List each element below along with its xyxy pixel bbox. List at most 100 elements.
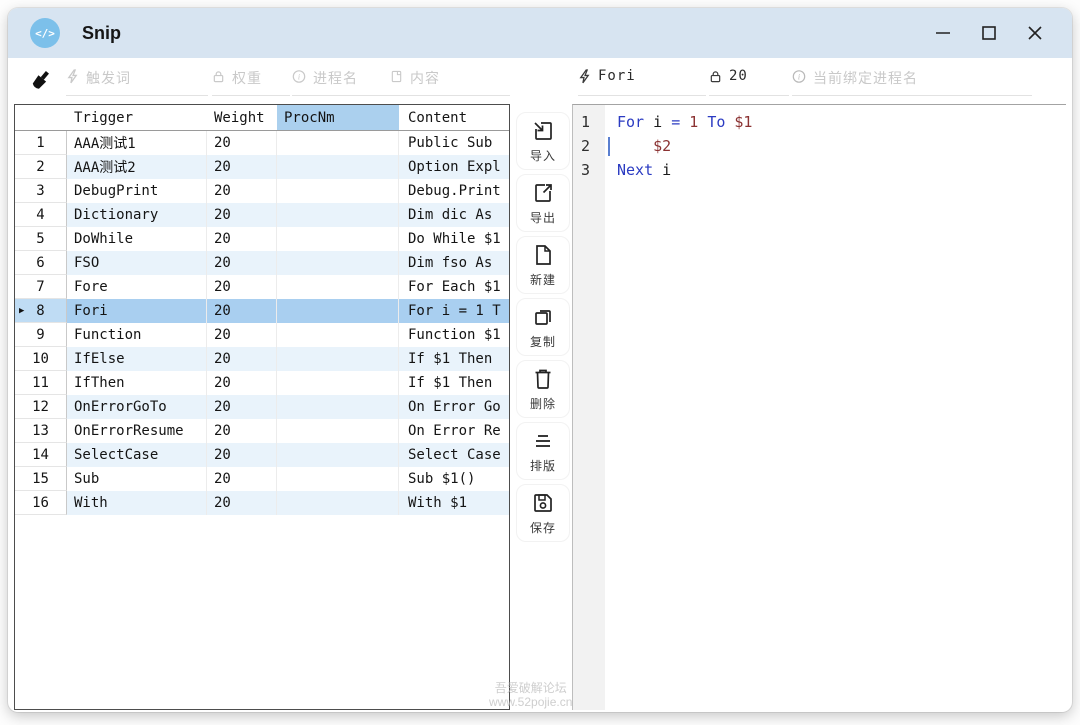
cell-weight[interactable]: 20 (207, 275, 277, 299)
cell-trigger[interactable]: DebugPrint (67, 179, 207, 203)
cell-weight[interactable]: 20 (207, 467, 277, 491)
cell-trigger[interactable]: OnErrorResume (67, 419, 207, 443)
cell-content[interactable]: Dim dic As (399, 203, 509, 227)
copy-button[interactable]: 复制 (516, 298, 570, 356)
editor-code-area[interactable]: For i = 1 To $1 $2Next i (605, 105, 1066, 710)
table-row[interactable]: 13OnErrorResume20On Error Re (15, 419, 509, 443)
format-button[interactable]: 排版 (516, 422, 570, 480)
title-bar[interactable]: </> Snip (8, 8, 1072, 58)
cell-content[interactable]: Public Sub (399, 131, 509, 155)
cell-trigger[interactable]: Fore (67, 275, 207, 299)
cell-procnm[interactable] (277, 227, 399, 251)
cell-content[interactable]: On Error Go (399, 395, 509, 419)
table-row[interactable]: 10IfElse20If $1 Then (15, 347, 509, 371)
clear-filters-button[interactable] (20, 62, 62, 98)
cell-weight[interactable]: 20 (207, 491, 277, 515)
editor-code-line[interactable]: $2 (605, 134, 1066, 158)
cell-procnm[interactable] (277, 419, 399, 443)
filter-process-input[interactable]: i 进程名 (292, 64, 390, 96)
cell-weight[interactable]: 20 (207, 443, 277, 467)
table-row[interactable]: 5DoWhile20Do While $1 (15, 227, 509, 251)
cell-trigger[interactable]: IfElse (67, 347, 207, 371)
import-button[interactable]: 导入 (516, 112, 570, 170)
header-content[interactable]: Content (399, 105, 509, 130)
close-button[interactable] (1012, 16, 1058, 50)
editor-code-line[interactable]: Next i (605, 158, 1066, 182)
cell-content[interactable]: With $1 (399, 491, 509, 515)
cell-trigger[interactable]: Sub (67, 467, 207, 491)
cell-procnm[interactable] (277, 371, 399, 395)
snippet-editor[interactable]: 123 For i = 1 To $1 $2Next i (572, 104, 1066, 710)
cell-trigger[interactable]: FSO (67, 251, 207, 275)
table-row[interactable]: 1AAA测试120Public Sub (15, 131, 509, 155)
snippet-weight-input[interactable]: 20 (709, 64, 789, 96)
cell-weight[interactable]: 20 (207, 347, 277, 371)
cell-weight[interactable]: 20 (207, 299, 277, 323)
editor-code-line[interactable]: For i = 1 To $1 (605, 110, 1066, 134)
cell-procnm[interactable] (277, 467, 399, 491)
cell-content[interactable]: If $1 Then (399, 347, 509, 371)
table-row[interactable]: 3DebugPrint20Debug.Print (15, 179, 509, 203)
table-row[interactable]: 15Sub20Sub $1() (15, 467, 509, 491)
cell-procnm[interactable] (277, 395, 399, 419)
cell-procnm[interactable] (277, 443, 399, 467)
cell-procnm[interactable] (277, 299, 399, 323)
cell-weight[interactable]: 20 (207, 371, 277, 395)
cell-trigger[interactable]: IfThen (67, 371, 207, 395)
cell-content[interactable]: For i = 1 T (399, 299, 509, 323)
cell-content[interactable]: Sub $1() (399, 467, 509, 491)
cell-content[interactable]: Dim fso As (399, 251, 509, 275)
cell-trigger[interactable]: Function (67, 323, 207, 347)
cell-procnm[interactable] (277, 347, 399, 371)
cell-weight[interactable]: 20 (207, 155, 277, 179)
cell-trigger[interactable]: With (67, 491, 207, 515)
filter-trigger-input[interactable]: 触发词 (66, 64, 208, 96)
table-row[interactable]: ▶8Fori20For i = 1 T (15, 299, 509, 323)
cell-weight[interactable]: 20 (207, 419, 277, 443)
cell-trigger[interactable]: DoWhile (67, 227, 207, 251)
snippet-trigger-input[interactable]: Fori (578, 64, 706, 96)
cell-weight[interactable]: 20 (207, 203, 277, 227)
table-row[interactable]: 6FSO20Dim fso As (15, 251, 509, 275)
cell-content[interactable]: Select Case (399, 443, 509, 467)
table-row[interactable]: 4Dictionary20Dim dic As (15, 203, 509, 227)
cell-procnm[interactable] (277, 203, 399, 227)
table-row[interactable]: 11IfThen20If $1 Then (15, 371, 509, 395)
filter-weight-input[interactable]: 权重 (212, 64, 290, 96)
new-button[interactable]: 新建 (516, 236, 570, 294)
maximize-button[interactable] (966, 16, 1012, 50)
cell-trigger[interactable]: Fori (67, 299, 207, 323)
cell-content[interactable]: On Error Re (399, 419, 509, 443)
save-button[interactable]: 保存 (516, 484, 570, 542)
cell-trigger[interactable]: Dictionary (67, 203, 207, 227)
cell-trigger[interactable]: AAA测试2 (67, 155, 207, 179)
cell-trigger[interactable]: OnErrorGoTo (67, 395, 207, 419)
table-row[interactable]: 14SelectCase20Select Case (15, 443, 509, 467)
minimize-button[interactable] (920, 16, 966, 50)
cell-weight[interactable]: 20 (207, 131, 277, 155)
export-button[interactable]: 导出 (516, 174, 570, 232)
cell-content[interactable]: Debug.Print (399, 179, 509, 203)
cell-content[interactable]: Function $1 (399, 323, 509, 347)
cell-procnm[interactable] (277, 251, 399, 275)
cell-procnm[interactable] (277, 275, 399, 299)
cell-content[interactable]: Do While $1 (399, 227, 509, 251)
cell-trigger[interactable]: AAA测试1 (67, 131, 207, 155)
cell-content[interactable]: If $1 Then (399, 371, 509, 395)
cell-procnm[interactable] (277, 323, 399, 347)
table-row[interactable]: 2AAA测试220Option Expl (15, 155, 509, 179)
filter-content-input[interactable]: 内容 (390, 64, 510, 96)
cell-procnm[interactable] (277, 155, 399, 179)
delete-button[interactable]: 删除 (516, 360, 570, 418)
cell-procnm[interactable] (277, 491, 399, 515)
table-row[interactable]: 7Fore20For Each $1 (15, 275, 509, 299)
table-row[interactable]: 16With20With $1 (15, 491, 509, 515)
header-weight[interactable]: Weight (207, 105, 277, 130)
table-row[interactable]: 9Function20Function $1 (15, 323, 509, 347)
snippet-process-input[interactable]: i 当前绑定进程名 (792, 64, 1032, 96)
cell-content[interactable]: Option Expl (399, 155, 509, 179)
cell-procnm[interactable] (277, 179, 399, 203)
cell-weight[interactable]: 20 (207, 251, 277, 275)
cell-weight[interactable]: 20 (207, 179, 277, 203)
header-trigger[interactable]: Trigger (67, 105, 207, 130)
